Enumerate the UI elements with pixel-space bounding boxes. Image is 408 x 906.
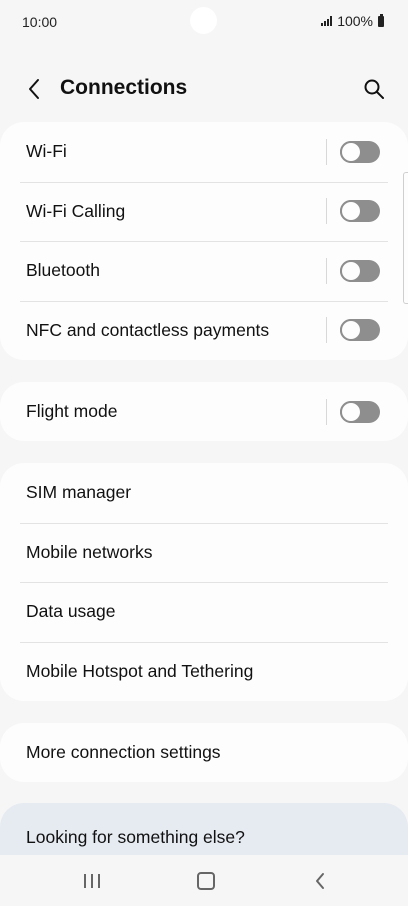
home-icon	[197, 872, 215, 890]
toggle-knob	[340, 259, 362, 282]
wifi-calling-toggle[interactable]	[340, 200, 380, 223]
suggestion-card[interactable]: Looking for something else?	[0, 803, 408, 855]
setting-row-flight-mode[interactable]: Flight mode	[0, 382, 408, 442]
more-settings-card: More connection settings	[0, 723, 408, 782]
setting-row-wifi-calling[interactable]: Wi-Fi Calling	[0, 181, 408, 242]
search-button[interactable]	[360, 75, 388, 103]
home-button[interactable]	[186, 865, 226, 897]
recents-icon	[84, 874, 100, 888]
row-divider	[326, 317, 327, 344]
page-title: Connections	[60, 76, 188, 99]
setting-row-wifi[interactable]: Wi-Fi	[0, 122, 408, 182]
setting-label: NFC and contactless payments	[26, 319, 270, 340]
row-divider	[326, 198, 327, 225]
battery-icon	[378, 13, 384, 27]
battery-percent: 100%	[337, 13, 373, 29]
navigation-bar	[0, 855, 408, 906]
menu-item-hotspot-tethering[interactable]: Mobile Hotspot and Tethering	[0, 641, 408, 702]
back-icon	[316, 873, 324, 889]
camera-cutout	[190, 7, 217, 34]
toggle-knob	[340, 140, 362, 163]
nav-back-button[interactable]	[300, 865, 340, 897]
setting-row-bluetooth[interactable]: Bluetooth	[0, 241, 408, 301]
flight-mode-toggle[interactable]	[340, 400, 380, 423]
nfc-toggle[interactable]	[340, 319, 380, 342]
network-links-card: SIM manager Mobile networks Data usage M…	[0, 463, 408, 701]
setting-label: Bluetooth	[26, 260, 100, 281]
suggestion-label: Looking for something else?	[26, 827, 245, 847]
menu-item-data-usage[interactable]: Data usage	[0, 582, 408, 642]
flight-mode-card: Flight mode	[0, 382, 408, 441]
scroll-indicator[interactable]	[403, 172, 408, 304]
recents-button[interactable]	[72, 865, 112, 897]
menu-item-label: Mobile Hotspot and Tethering	[26, 660, 254, 681]
menu-item-label: Mobile networks	[26, 541, 153, 562]
header: Connections	[0, 64, 408, 114]
menu-item-label: Data usage	[26, 601, 116, 622]
search-icon	[364, 79, 384, 99]
menu-item-label: SIM manager	[26, 482, 132, 503]
toggle-knob	[340, 319, 362, 342]
status-time: 10:00	[22, 14, 58, 30]
menu-item-sim-manager[interactable]: SIM manager	[0, 463, 408, 523]
menu-item-mobile-networks[interactable]: Mobile networks	[0, 522, 408, 583]
row-divider	[326, 138, 327, 165]
toggle-knob	[340, 400, 362, 423]
toggle-knob	[340, 200, 362, 223]
back-button[interactable]	[20, 74, 48, 104]
setting-label: Wi-Fi	[26, 141, 67, 162]
wifi-toggle[interactable]	[340, 140, 380, 163]
row-divider	[326, 257, 327, 284]
setting-label: Flight mode	[26, 401, 118, 422]
bluetooth-toggle[interactable]	[340, 259, 380, 282]
signal-icon	[321, 16, 333, 26]
setting-label: Wi-Fi Calling	[26, 200, 126, 221]
chevron-left-icon	[29, 79, 39, 99]
status-bar: 10:00 100%	[0, 0, 408, 44]
status-indicators: 100%	[321, 13, 384, 29]
connections-toggle-card: Wi-Fi Wi-Fi Calling Bluetooth NFC and co…	[0, 122, 408, 360]
menu-item-label: More connection settings	[26, 742, 221, 763]
connections-screen: 10:00 100% Connections Wi-Fi Wi-Fi Calli…	[0, 0, 408, 906]
setting-row-nfc[interactable]: NFC and contactless payments	[0, 300, 408, 361]
row-divider	[326, 398, 327, 425]
menu-item-more-connection-settings[interactable]: More connection settings	[0, 723, 408, 783]
